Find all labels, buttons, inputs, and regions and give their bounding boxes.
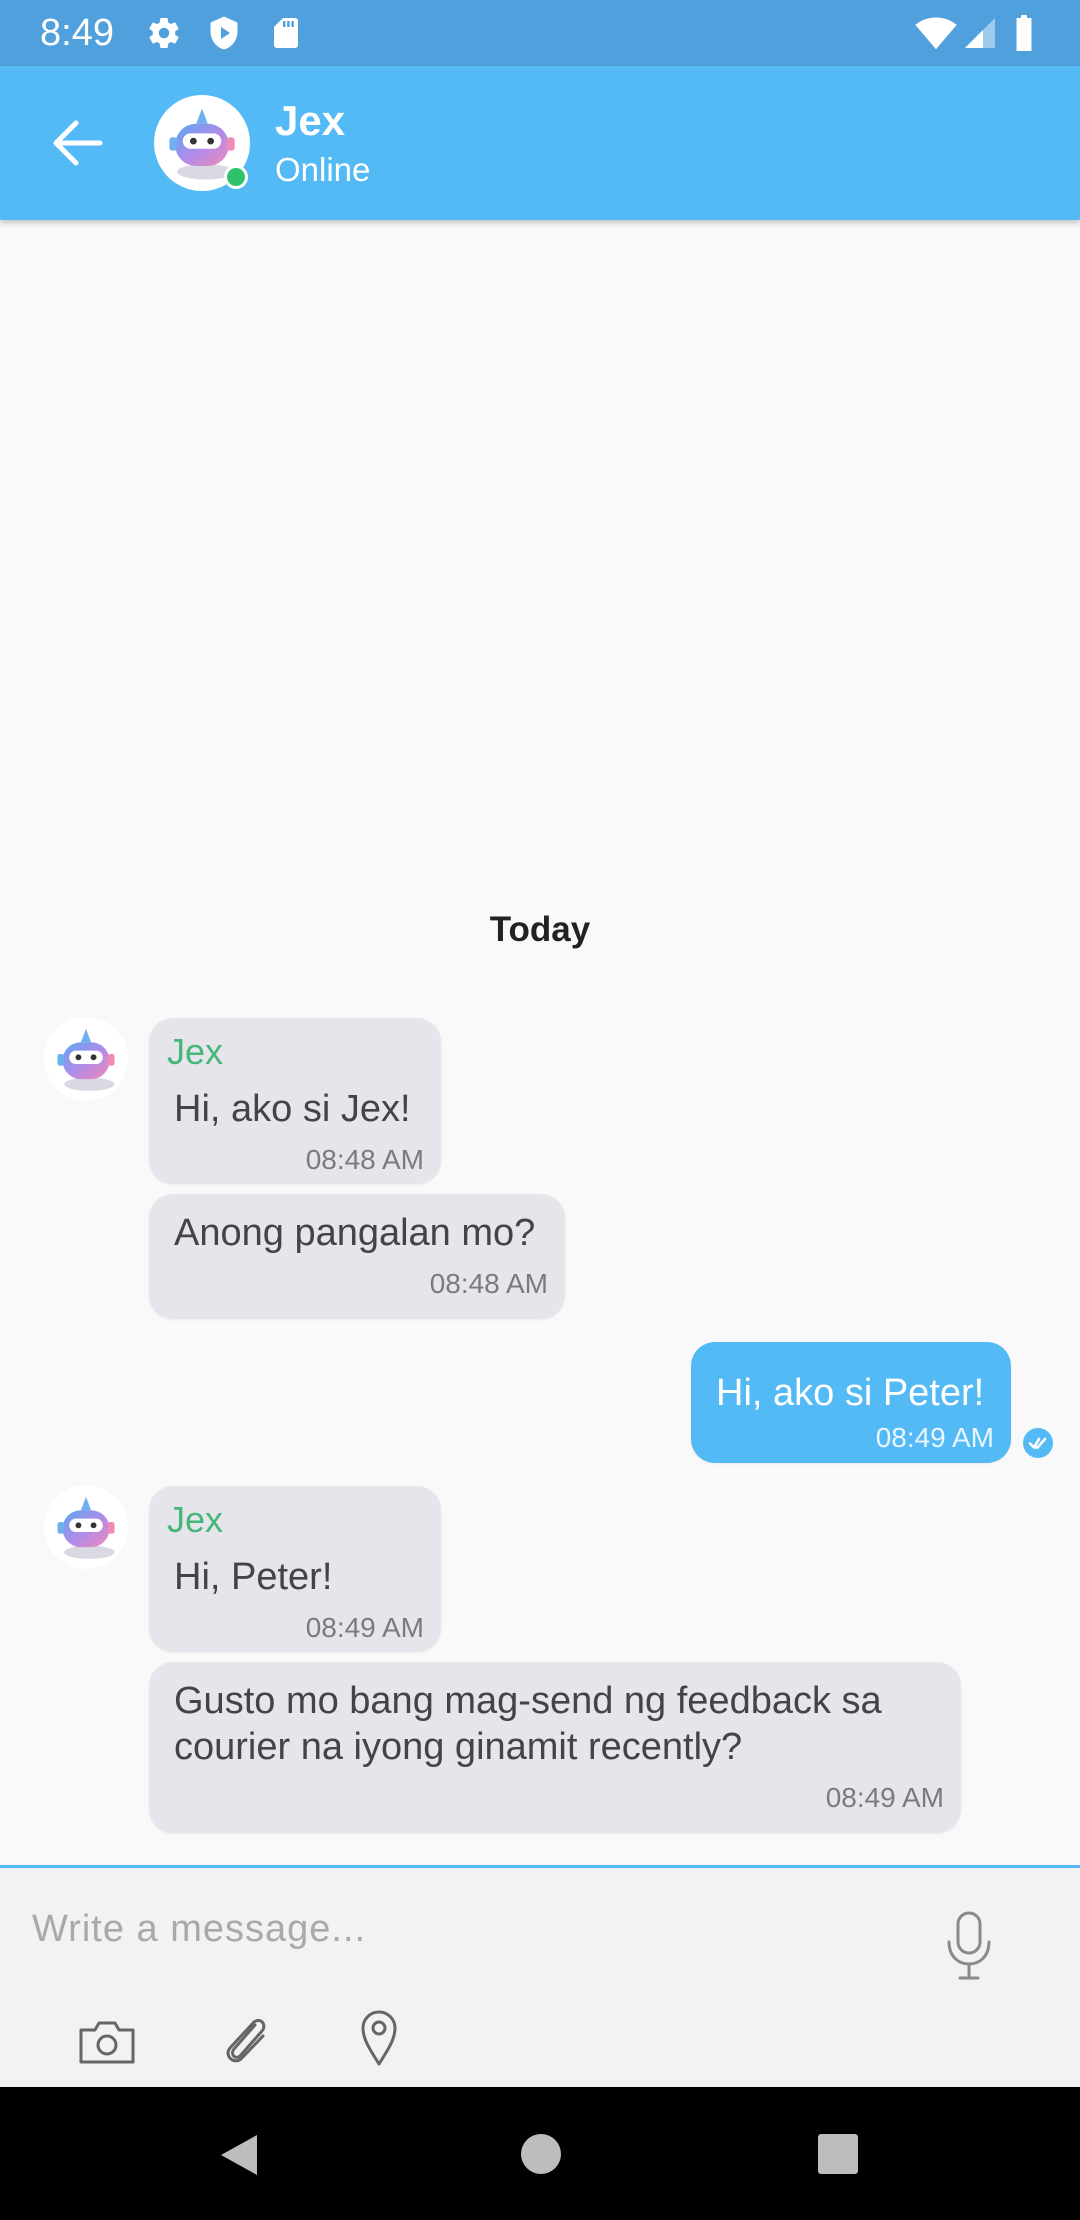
camera-icon[interactable] xyxy=(77,2018,137,2066)
paperclip-icon[interactable] xyxy=(221,2011,271,2067)
online-status-dot xyxy=(224,165,248,189)
message-time: 08:49 AM xyxy=(825,1782,944,1813)
message-bubble-incoming[interactable]: Gusto mo bang mag-send ng feedback sa co… xyxy=(149,1662,961,1833)
read-receipt-icon xyxy=(1022,1427,1054,1459)
triangle-back-icon xyxy=(221,2135,257,2175)
chat-screen: 8:49 Jex Online Today Jex Hi, ako si Jex… xyxy=(0,0,1080,2220)
message-time: 08:49 AM xyxy=(305,1612,424,1643)
message-time: 08:48 AM xyxy=(305,1144,424,1175)
arrow-left-icon xyxy=(53,120,103,166)
message-time: 08:48 AM xyxy=(429,1268,548,1299)
message-sender: Jex xyxy=(167,1499,224,1540)
battery-icon xyxy=(1012,15,1036,51)
microphone-icon[interactable] xyxy=(940,1910,998,1982)
shield-play-icon xyxy=(206,15,242,51)
chat-header: Jex Online xyxy=(0,66,1080,220)
wifi-icon xyxy=(914,15,958,51)
robot-avatar-icon xyxy=(57,1496,115,1559)
contact-name: Jex xyxy=(275,97,346,144)
back-button[interactable] xyxy=(40,113,112,173)
system-navigation-bar xyxy=(0,2087,1080,2220)
date-divider: Today xyxy=(489,910,591,949)
message-sender: Jex xyxy=(167,1031,224,1072)
status-time: 8:49 xyxy=(40,12,114,54)
sd-card-icon xyxy=(268,15,304,51)
message-bubble-incoming[interactable]: Anong pangalan mo? 08:48 AM xyxy=(149,1194,565,1319)
location-pin-icon[interactable] xyxy=(359,2007,399,2067)
nav-home-button[interactable] xyxy=(520,2133,562,2175)
message-bubble-outgoing[interactable]: Hi, ako si Peter! 08:49 AM xyxy=(691,1342,1011,1463)
robot-avatar-icon xyxy=(57,1028,115,1091)
contact-avatar[interactable] xyxy=(154,95,250,191)
message-text: Hi, Peter! xyxy=(174,1556,333,1598)
message-composer xyxy=(0,1865,1080,2087)
message-text: Hi, ako si Jex! xyxy=(174,1088,411,1130)
nav-back-button[interactable] xyxy=(219,2133,259,2177)
message-bubble-incoming[interactable]: Jex Hi, Peter! 08:49 AM xyxy=(149,1486,441,1652)
circle-home-icon xyxy=(521,2134,561,2174)
message-text: Gusto mo bang mag-send ng feedback sa co… xyxy=(174,1680,882,1768)
message-input[interactable] xyxy=(30,1888,914,1970)
status-bar: 8:49 xyxy=(0,0,1080,66)
sender-avatar[interactable] xyxy=(44,1485,128,1569)
message-time: 08:49 AM xyxy=(875,1422,994,1453)
message-bubble-incoming[interactable]: Jex Hi, ako si Jex! 08:48 AM xyxy=(149,1018,441,1184)
signal-icon xyxy=(962,15,998,51)
settings-icon xyxy=(146,15,182,51)
sender-avatar[interactable] xyxy=(44,1017,128,1101)
message-text: Hi, ako si Peter! xyxy=(716,1372,985,1414)
contact-status: Online xyxy=(275,151,371,188)
square-recents-icon xyxy=(818,2134,858,2174)
message-text: Anong pangalan mo? xyxy=(174,1212,536,1254)
nav-recents-button[interactable] xyxy=(817,2133,859,2175)
